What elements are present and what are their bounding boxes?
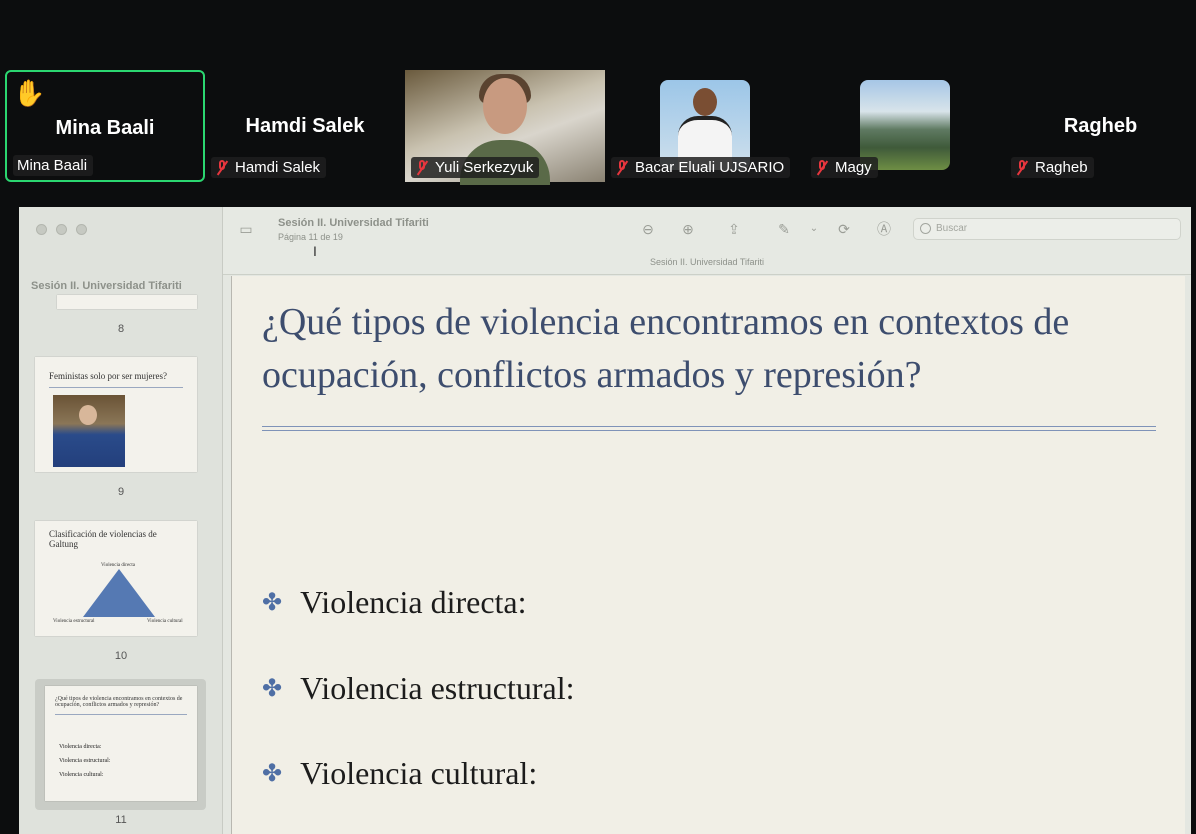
participant-name: Ragheb [1063, 115, 1138, 137]
document-title: Sesión II. Universidad Tifariti [278, 217, 429, 229]
participant-tile-hamdi-salek[interactable]: Hamdi Salek Hamdi Salek [205, 70, 405, 182]
flower-bullet-icon: ✤ [262, 676, 283, 702]
participant-name: Mina Baali [55, 117, 155, 139]
slide-bullet: ✤ Violencia estructural: [262, 670, 575, 706]
slide-bullet: ✤ Violencia directa: [262, 584, 527, 620]
pdf-viewer-window: Sesión II. Universidad Tifariti 8 Femini… [19, 207, 1191, 834]
zoom-window-button[interactable] [76, 224, 87, 235]
page-number: 9 [117, 486, 125, 498]
share-icon[interactable]: ⇪ [725, 221, 743, 237]
window-controls [36, 224, 87, 235]
page-number: 11 [115, 814, 127, 826]
participant-tile-yuli-serkezyuk[interactable]: Yuli Serkezyuk [405, 70, 605, 185]
search-placeholder: Buscar [936, 223, 968, 234]
flower-bullet-icon: ✤ [262, 590, 283, 616]
page-thumbnail-8[interactable] [57, 295, 197, 309]
thumbnail-title: ¿Qué tipos de violencia encontramos en c… [55, 696, 183, 708]
participant-label: Magy [811, 157, 878, 178]
page-number: 10 [114, 650, 128, 662]
muted-mic-icon [1015, 159, 1029, 176]
thumbnail-title: Feministas solo por ser mujeres? [49, 371, 167, 381]
annotate-icon[interactable]: Ⓐ [875, 221, 893, 237]
sidebar-title: Sesión II. Universidad Tifariti [31, 280, 182, 292]
viewer-toolbar: ▭ Sesión II. Universidad Tifariti Página… [223, 207, 1191, 275]
zoom-in-icon[interactable]: ⊕ [679, 221, 697, 237]
window-subtitle: Sesión II. Universidad Tifariti [649, 257, 765, 267]
thumbnail-sidebar[interactable]: Sesión II. Universidad Tifariti 8 Femini… [19, 207, 223, 834]
participant-tile-ragheb[interactable]: Ragheb Ragheb [1005, 70, 1196, 182]
rotate-icon[interactable]: ⟳ [835, 221, 853, 237]
page-number: 8 [117, 323, 125, 335]
markup-pen-icon[interactable]: ✎ [775, 221, 793, 237]
sidebar-toggle-icon[interactable]: ▭ [237, 221, 255, 237]
page-thumbnail-10[interactable]: Clasificación de violencias de Galtung V… [35, 521, 197, 636]
title-divider [262, 426, 1156, 427]
flower-bullet-icon: ✤ [262, 761, 283, 787]
participant-label: Yuli Serkezyuk [411, 157, 540, 178]
page-indicator: Página 11 de 19 [278, 232, 343, 242]
participant-label: Mina Baali [13, 155, 94, 176]
participant-tile-magy[interactable]: Magy [805, 70, 1005, 182]
thumbnail-photo [53, 395, 125, 467]
participant-tile-bacar-eluali[interactable]: Bacar Eluali UJSARIO [605, 70, 805, 182]
muted-mic-icon [415, 159, 429, 176]
thumbnail-title: Clasificación de violencias de Galtung [49, 529, 157, 549]
close-window-button[interactable] [36, 224, 47, 235]
participant-name: Hamdi Salek [245, 115, 365, 137]
page-thumbnail-11[interactable]: ¿Qué tipos de violencia encontramos en c… [45, 686, 197, 801]
muted-mic-icon [815, 159, 829, 176]
slide-page: ¿Qué tipos de violencia encontramos en c… [231, 276, 1185, 834]
text-cursor-icon: I [313, 243, 317, 259]
minimize-window-button[interactable] [56, 224, 67, 235]
participant-label: Bacar Eluali UJSARIO [611, 157, 791, 178]
search-icon [920, 223, 931, 234]
participant-label: Hamdi Salek [211, 157, 327, 178]
triangle-diagram [83, 569, 155, 617]
chevron-down-icon[interactable]: ⌄ [805, 221, 823, 237]
zoom-out-icon[interactable]: ⊖ [639, 221, 657, 237]
muted-mic-icon [615, 159, 629, 176]
page-thumbnail-9[interactable]: Feministas solo por ser mujeres? [35, 357, 197, 472]
participant-label: Ragheb [1011, 157, 1094, 178]
raised-hand-icon: ✋ [13, 78, 46, 108]
muted-mic-icon [215, 159, 229, 176]
slide-bullet: ✤ Violencia cultural: [262, 755, 538, 791]
participant-tile-mina-baali[interactable]: ✋ Mina Baali Mina Baali [5, 70, 205, 182]
search-field[interactable]: Buscar [913, 218, 1181, 240]
slide-title: ¿Qué tipos de violencia encontramos en c… [262, 301, 1070, 396]
